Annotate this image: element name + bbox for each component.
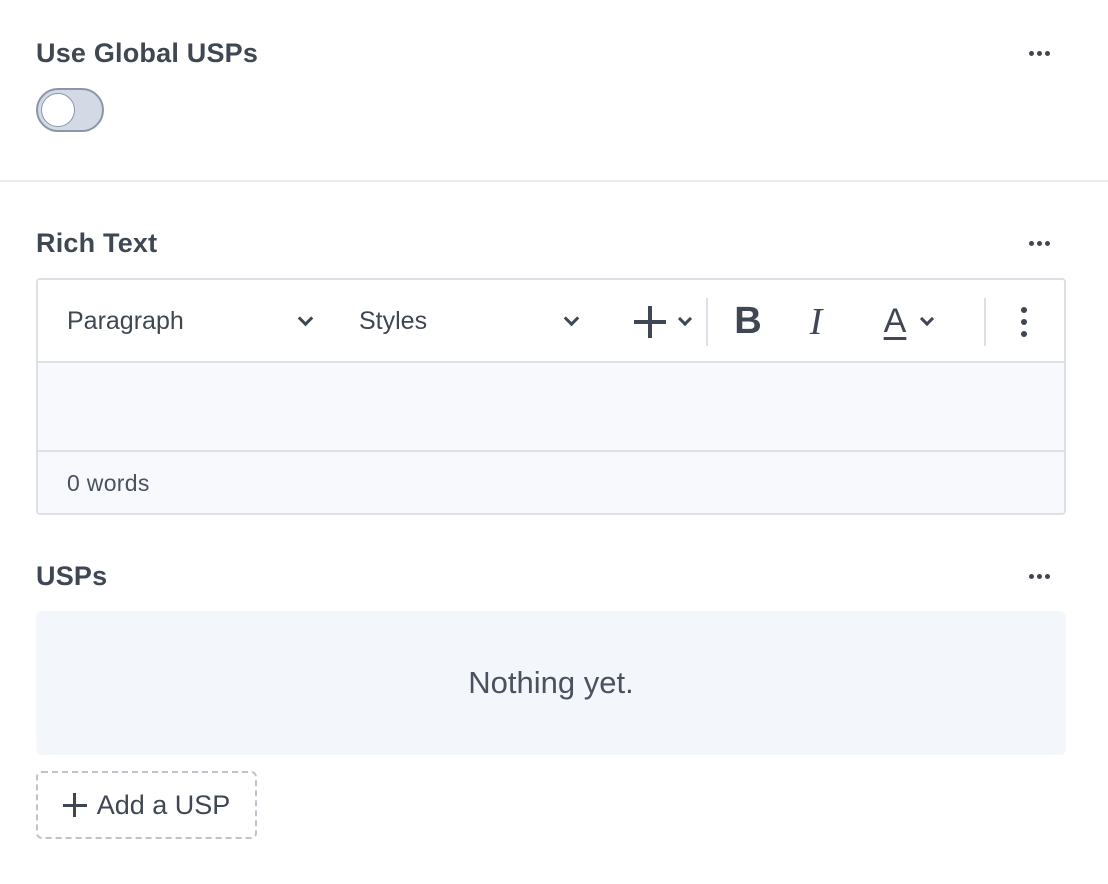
word-count: 0 words xyxy=(38,452,1064,513)
block-format-select[interactable]: Paragraph xyxy=(67,280,314,363)
rich-text-editor: Paragraph Styles B I A 0 words xyxy=(36,278,1066,515)
styles-label: Styles xyxy=(359,307,428,335)
italic-button[interactable]: I xyxy=(794,280,838,363)
toolbar-separator xyxy=(706,298,708,346)
global-usps-toggle[interactable] xyxy=(36,88,104,132)
usps-empty-state: Nothing yet. xyxy=(36,611,1066,755)
toggle-knob xyxy=(41,93,75,127)
empty-message: Nothing yet. xyxy=(468,665,634,700)
italic-icon: I xyxy=(809,300,823,343)
more-horizontal-icon xyxy=(1028,573,1034,579)
bold-button[interactable]: B xyxy=(724,280,772,363)
chevron-down-icon xyxy=(563,310,580,327)
usps-more-button[interactable] xyxy=(1022,566,1056,586)
chevron-down-icon xyxy=(920,311,935,326)
usps-title: USPs xyxy=(36,561,108,591)
chevron-down-icon xyxy=(677,311,693,326)
block-format-label: Paragraph xyxy=(67,307,184,335)
toolbar-separator xyxy=(984,298,986,346)
styles-select[interactable]: Styles xyxy=(359,280,580,363)
chevron-down-icon xyxy=(297,310,314,327)
rich-text-more-button[interactable] xyxy=(1022,233,1056,253)
global-usps-more-button[interactable] xyxy=(1022,43,1056,63)
more-horizontal-icon xyxy=(1028,240,1034,246)
section-divider xyxy=(0,180,1108,182)
more-tools-button[interactable] xyxy=(1004,280,1044,363)
plus-icon xyxy=(62,793,87,817)
more-horizontal-icon xyxy=(1028,50,1034,56)
editor-content-area[interactable] xyxy=(38,363,1064,452)
global-usps-title: Use Global USPs xyxy=(36,38,259,68)
add-usp-button[interactable]: Add a USP xyxy=(36,771,257,839)
text-color-button[interactable]: A xyxy=(868,280,948,363)
text-color-icon: A xyxy=(883,302,907,340)
editor-toolbar: Paragraph Styles B I A xyxy=(38,280,1064,363)
insert-button[interactable] xyxy=(618,280,706,363)
more-vertical-icon xyxy=(1021,306,1027,337)
plus-icon xyxy=(634,305,666,338)
bold-icon: B xyxy=(734,300,762,342)
rich-text-title: Rich Text xyxy=(36,228,158,258)
add-usp-label: Add a USP xyxy=(96,789,231,820)
